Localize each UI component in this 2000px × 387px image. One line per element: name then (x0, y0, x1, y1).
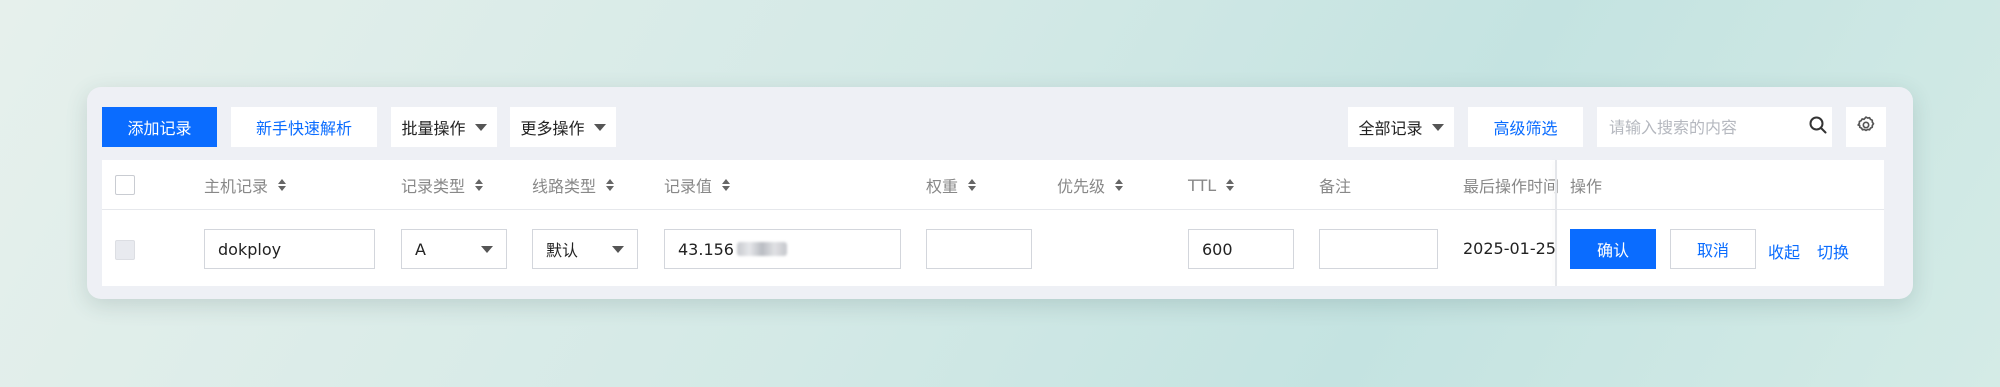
col-last-op-time-label: 最后操作时间 (1463, 177, 1560, 196)
table-row-editing: dokploy A 默认 43.156 600 2025-01-25 确认 取消… (102, 211, 1884, 286)
table-header: 主机记录 记录类型 线路类型 记录值 权重 优先级 TTL 备注 最后操作时间 … (102, 160, 1884, 210)
col-host[interactable]: 主机记录 (204, 160, 287, 210)
sort-icon[interactable] (475, 179, 484, 191)
remark-input[interactable] (1319, 229, 1438, 269)
host-record-value: dokploy (218, 239, 282, 259)
search-icon[interactable] (1809, 116, 1827, 138)
col-type-label: 记录类型 (401, 177, 466, 196)
col-line[interactable]: 线路类型 (532, 160, 615, 210)
record-value-input[interactable]: 43.156 (664, 229, 901, 269)
caret-down-icon (481, 245, 493, 253)
col-remark-label: 备注 (1319, 177, 1352, 196)
caret-down-icon (612, 245, 624, 253)
gear-icon (1856, 115, 1876, 139)
col-last-op-time: 最后操作时间 (1463, 160, 1559, 210)
last-op-time-value: 2025-01-25 (1463, 239, 1556, 258)
batch-ops-label: 批量操作 (401, 119, 466, 138)
collapse-link[interactable]: 收起 (1768, 239, 1800, 263)
host-record-input[interactable]: dokploy (204, 229, 375, 269)
ttl-value: 600 (1202, 239, 1233, 259)
all-records-label: 全部记录 (1358, 119, 1423, 138)
redacted-value-blur (736, 242, 787, 256)
sort-icon[interactable] (968, 179, 977, 191)
ttl-input[interactable]: 600 (1188, 229, 1294, 269)
sort-icon[interactable] (278, 179, 287, 191)
record-type-value: A (415, 239, 426, 259)
weight-input[interactable] (926, 229, 1032, 269)
select-all-checkbox[interactable] (115, 175, 135, 195)
col-value-label: 记录值 (664, 177, 713, 196)
confirm-button[interactable]: 确认 (1570, 229, 1656, 269)
col-actions-label: 操作 (1570, 177, 1603, 196)
caret-down-icon (593, 123, 606, 131)
sort-icon[interactable] (1226, 179, 1235, 191)
col-actions: 操作 (1570, 160, 1602, 210)
sort-icon[interactable] (722, 179, 731, 191)
dns-records-panel: 添加记录 新手快速解析 批量操作 更多操作 全部记录 高级筛选 主机记录 (87, 87, 1913, 299)
sort-icon[interactable] (606, 179, 615, 191)
quick-resolve-button[interactable]: 新手快速解析 (231, 107, 377, 147)
more-ops-dropdown[interactable]: 更多操作 (510, 107, 616, 147)
caret-down-icon (474, 123, 487, 131)
col-host-label: 主机记录 (204, 177, 269, 196)
switch-link[interactable]: 切换 (1817, 239, 1849, 263)
record-type-select[interactable]: A (401, 229, 507, 269)
col-priority[interactable]: 优先级 (1057, 160, 1124, 210)
batch-ops-dropdown[interactable]: 批量操作 (391, 107, 497, 147)
col-weight-label: 权重 (926, 177, 959, 196)
all-records-dropdown[interactable]: 全部记录 (1348, 107, 1454, 147)
col-ttl[interactable]: TTL (1188, 160, 1235, 210)
advanced-filter-button[interactable]: 高级筛选 (1468, 107, 1583, 147)
col-remark: 备注 (1319, 160, 1351, 210)
line-type-select[interactable]: 默认 (532, 229, 638, 269)
records-table: 主机记录 记录类型 线路类型 记录值 权重 优先级 TTL 备注 最后操作时间 … (102, 160, 1884, 286)
col-priority-label: 优先级 (1057, 177, 1106, 196)
col-weight[interactable]: 权重 (926, 160, 977, 210)
cancel-button[interactable]: 取消 (1670, 229, 1756, 269)
settings-button[interactable] (1846, 107, 1886, 147)
sort-icon[interactable] (1115, 179, 1124, 191)
line-type-value: 默认 (546, 241, 579, 260)
col-value[interactable]: 记录值 (664, 160, 731, 210)
add-record-button[interactable]: 添加记录 (102, 107, 217, 147)
sticky-column-divider (1555, 160, 1557, 286)
row-checkbox[interactable] (115, 240, 135, 260)
col-type[interactable]: 记录类型 (401, 160, 484, 210)
caret-down-icon (1431, 123, 1444, 131)
search-input[interactable] (1609, 117, 1809, 137)
col-line-label: 线路类型 (532, 177, 597, 196)
search-box (1597, 107, 1832, 147)
record-value-text: 43.156 (678, 239, 734, 259)
col-ttl-label: TTL (1188, 175, 1217, 195)
more-ops-label: 更多操作 (520, 119, 585, 138)
